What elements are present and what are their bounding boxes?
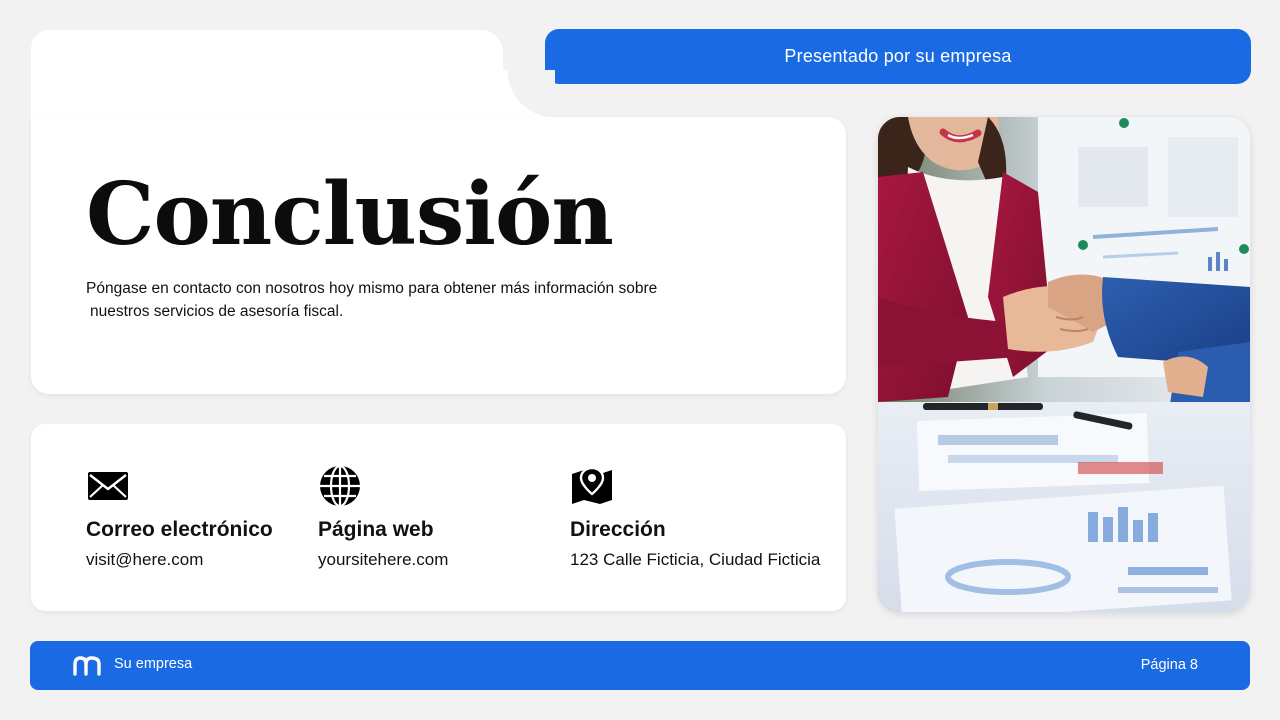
slide-title: Conclusión <box>86 164 614 265</box>
globe-icon <box>320 464 360 508</box>
contact-address-label: Dirección <box>570 518 666 541</box>
footer-company-name: Su empresa <box>114 656 193 672</box>
slide-description: Póngase en contacto con nosotros hoy mis… <box>86 277 786 323</box>
slide-description-line-2: nuestros servicios de asesoría fiscal. <box>90 303 344 320</box>
footer-page-number: Página 8 <box>1140 657 1198 673</box>
contact-email: Correo electrónico visit@here.com <box>86 464 273 570</box>
title-card-tab-curve <box>503 70 555 118</box>
contact-address-value: 123 Calle Ficticia, Ciudad Ficticia <box>570 550 821 569</box>
contact-website-value[interactable]: yoursitehere.com <box>318 550 448 570</box>
handshake-photo-illustration <box>878 117 1250 612</box>
handshake-photo <box>878 117 1250 612</box>
company-logo-icon <box>73 656 101 676</box>
map-pin-icon <box>572 466 612 504</box>
footer-bar: Su empresa Página 8 <box>30 641 1250 690</box>
contact-website: Página web yoursitehere.com <box>318 464 448 570</box>
contact-address: Dirección 123 Calle Ficticia, Ciudad Fic… <box>570 464 820 570</box>
contact-email-value[interactable]: visit@here.com <box>86 550 273 570</box>
presenter-banner-text: Presentado por su empresa <box>784 46 1012 66</box>
contact-email-label: Correo electrónico <box>86 518 273 541</box>
slide-description-line-1: Póngase en contacto con nosotros hoy mis… <box>86 280 658 297</box>
presenter-banner: Presentado por su empresa <box>545 29 1251 84</box>
contact-website-label: Página web <box>318 518 434 541</box>
envelope-icon <box>88 472 128 500</box>
